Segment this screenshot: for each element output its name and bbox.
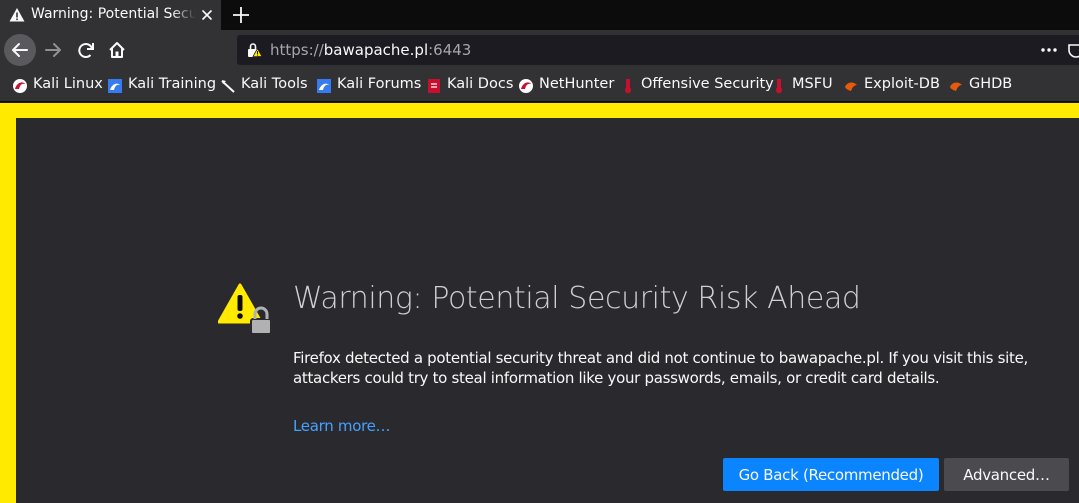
close-icon[interactable]	[199, 7, 215, 23]
page-content: Warning: Potential Security Risk Ahead F…	[0, 103, 1079, 503]
bookmark-label: Kali Tools	[241, 76, 308, 92]
url-text: https://bawapache.pl:6443	[270, 41, 471, 59]
more-actions-icon[interactable]	[1040, 42, 1058, 58]
kali-dragon-icon	[13, 79, 27, 93]
url-bar[interactable]: https://bawapache.pl:6443	[237, 35, 1079, 65]
page-title: Warning: Potential Security Risk Ahead	[293, 281, 861, 316]
nav-bar: https://bawapache.pl:6443	[0, 30, 1079, 70]
bookmark-label: NetHunter	[539, 76, 615, 92]
warning-lock-icon	[218, 283, 272, 335]
tab-title: Warning: Potential Security Risk Ahead	[31, 6, 196, 22]
bookmark-label: Exploit-DB	[864, 76, 940, 92]
exploit-db-icon	[845, 82, 857, 91]
error-description: Firefox detected a potential security th…	[293, 349, 1028, 387]
reload-icon[interactable]	[70, 34, 102, 66]
new-tab-icon[interactable]	[230, 4, 252, 26]
learn-more-link[interactable]: Learn more…	[293, 417, 391, 435]
bookmark-label: Offensive Security	[641, 76, 774, 92]
bookmark-label: Kali Docs	[447, 76, 514, 92]
nethunter-icon	[519, 79, 533, 93]
home-icon[interactable]	[101, 34, 133, 66]
url-host: bawapache.pl	[323, 41, 429, 59]
kali-tools-icon	[221, 80, 235, 93]
tab-strip: Warning: Potential Security Risk Ahead	[0, 0, 1079, 30]
bookmark-label: Kali Linux	[33, 76, 103, 92]
bookmark-label: Kali Training	[128, 76, 217, 92]
kali-docs-icon	[428, 79, 440, 93]
kali-training-icon	[108, 79, 122, 93]
bookmark-label: MSFU	[792, 76, 833, 92]
tab-active[interactable]: Warning: Potential Security Risk Ahead	[0, 0, 221, 30]
msfu-icon	[776, 79, 782, 94]
error-page: Warning: Potential Security Risk Ahead F…	[16, 118, 1079, 503]
back-arrow-icon[interactable]	[4, 34, 36, 66]
insecure-lock-icon[interactable]	[246, 42, 262, 58]
offsec-icon	[625, 79, 631, 94]
pocket-icon[interactable]	[1067, 42, 1079, 58]
kali-forums-icon	[317, 79, 331, 93]
url-port: :6443	[428, 41, 472, 59]
advanced-button[interactable]: Advanced…	[944, 458, 1069, 491]
url-protocol: https://	[270, 41, 324, 59]
ghdb-icon	[950, 82, 962, 91]
warning-icon	[9, 8, 25, 22]
forward-arrow-icon[interactable]	[37, 34, 69, 66]
bookmarks-bar: Kali Linux Kali Training Kali Tools Kali…	[0, 70, 1079, 102]
go-back-button[interactable]: Go Back (Recommended)	[723, 458, 939, 491]
bookmark-label: Kali Forums	[337, 76, 422, 92]
bookmark-label: GHDB	[969, 76, 1013, 92]
